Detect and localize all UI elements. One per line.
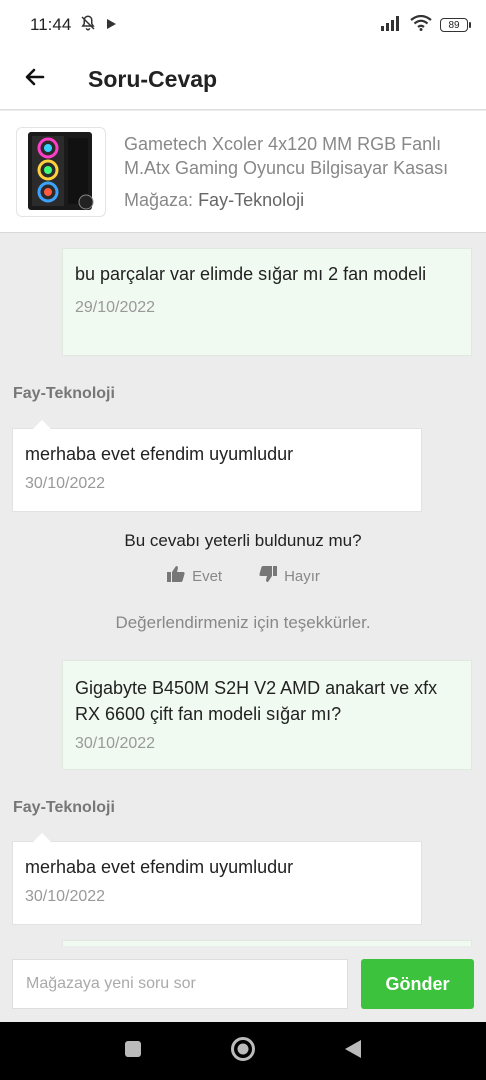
question-bubble: bu parçalar var elimde sığar mı 2 fan mo… (62, 248, 472, 356)
store-name: Fay-Teknoloji (198, 190, 305, 210)
feedback-yes-label: Evet (192, 567, 223, 585)
thumbs-down-icon (258, 565, 278, 587)
new-question-input[interactable] (12, 959, 348, 1009)
status-time: 11:44 (30, 15, 72, 34)
home-button[interactable] (231, 1036, 255, 1063)
product-card[interactable]: Gametech Xcoler 4x120 MM RGB Fanlı M.Atx… (0, 111, 486, 233)
status-bar: 11:44 89 (0, 0, 486, 50)
back-button[interactable] (0, 50, 70, 110)
qa-thread[interactable]: bu parçalar var elimde sığar mı 2 fan mo… (0, 234, 486, 946)
send-button[interactable]: Gönder (361, 959, 474, 1009)
question-date: 30/10/2022 (75, 735, 156, 752)
page-title: Soru-Cevap (88, 66, 218, 92)
feedback-thanks: Değerlendirmeniz için teşekkürler. (115, 613, 371, 632)
answer-date: 30/10/2022 (25, 888, 106, 905)
store-label: Mağaza: (124, 190, 194, 210)
feedback-question: Bu cevabı yeterli buldunuz mu? (124, 531, 362, 550)
play-icon (105, 15, 117, 35)
feedback-yes-button[interactable]: Evet (166, 565, 222, 587)
product-store: Mağaza: Fay-Teknoloji (124, 190, 464, 211)
question-date: 29/10/2022 (75, 299, 156, 316)
battery-indicator: 89 (440, 18, 471, 32)
answer-bubble: merhaba evet efendim uyumludur 30/10/202… (12, 833, 422, 925)
recents-button[interactable] (121, 1039, 145, 1063)
wifi-icon (410, 14, 432, 36)
triangle-back-icon (343, 1038, 363, 1065)
circle-icon (230, 1036, 256, 1067)
square-icon (124, 1040, 142, 1063)
app-bar: Soru-Cevap (0, 50, 486, 110)
system-nav-bar (0, 1022, 486, 1080)
compose-bar: Gönder (0, 946, 486, 1022)
question-text: bu parçalar var elimde sığar mı 2 fan mo… (75, 264, 427, 284)
question-bubble: Gigabyte B450M S2H V2 AMD anakart ve xfx… (62, 660, 472, 770)
seller-name: Fay-Teknoloji (13, 385, 115, 402)
feedback-no-button[interactable]: Hayır (258, 565, 320, 587)
answer-bubble: merhaba evet efendim uyumludur 30/10/202… (12, 420, 422, 512)
signal-icon (380, 15, 402, 36)
product-name: Gametech Xcoler 4x120 MM RGB Fanlı M.Atx… (124, 134, 449, 178)
do-not-disturb-icon (79, 14, 97, 37)
answer-date: 30/10/2022 (25, 475, 106, 492)
answer-text: merhaba evet efendim uyumludur (25, 857, 294, 877)
back-arrow-icon (23, 65, 47, 94)
answer-text: merhaba evet efendim uyumludur (25, 444, 294, 464)
feedback-options: Evet Hayır (0, 565, 486, 587)
back-nav-button[interactable] (341, 1039, 365, 1063)
seller-name: Fay-Teknoloji (13, 799, 115, 816)
thumbs-up-icon (166, 565, 186, 587)
product-image (16, 126, 106, 217)
feedback-no-label: Hayır (284, 567, 320, 585)
question-text: Gigabyte B450M S2H V2 AMD anakart ve xfx… (75, 678, 438, 724)
